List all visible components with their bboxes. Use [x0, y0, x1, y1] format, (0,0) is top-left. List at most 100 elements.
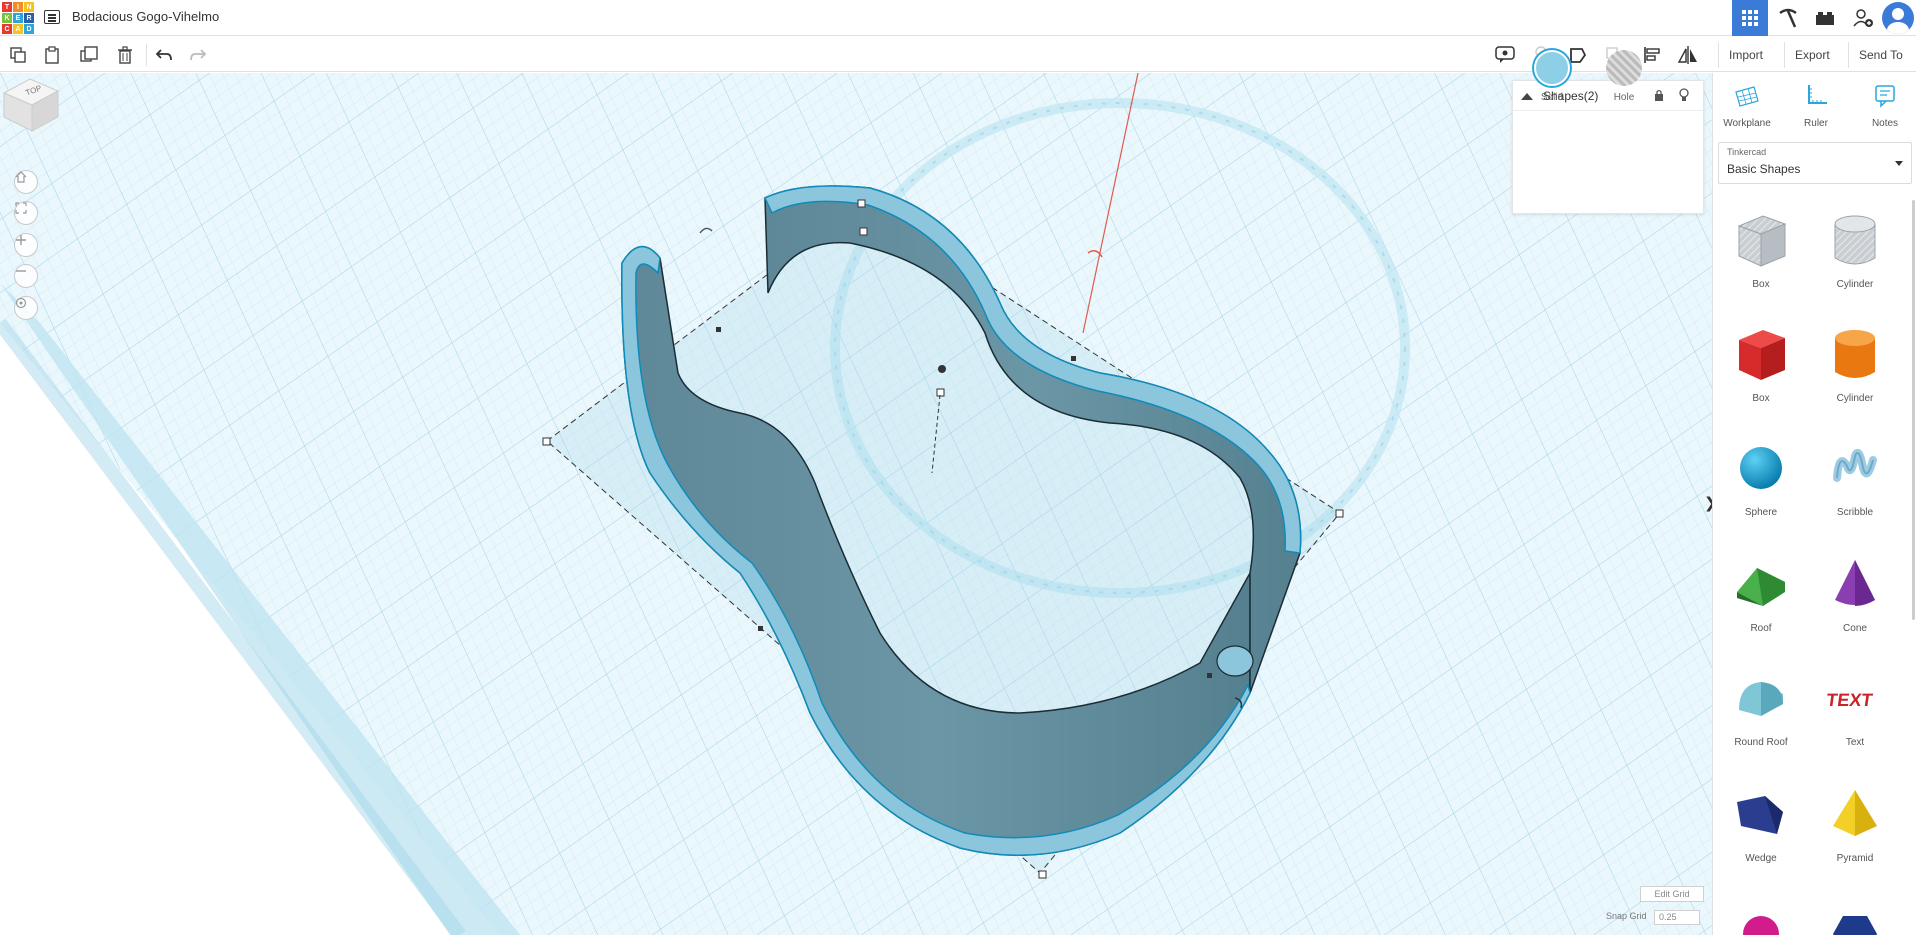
hole-swatch[interactable]: [1606, 50, 1642, 86]
shape-cylinder-hole[interactable]: Cylinder: [1808, 210, 1902, 290]
notes-tool[interactable]: Notes: [1855, 83, 1915, 129]
lightbulb-icon[interactable]: [1679, 88, 1689, 102]
shape-label: Cone: [1843, 623, 1867, 634]
workplane-tool[interactable]: Workplane: [1717, 83, 1777, 129]
shape-label: Roof: [1750, 623, 1772, 634]
torus-icon: [1743, 916, 1779, 935]
duplicate-button[interactable]: [77, 43, 101, 67]
top-header: T I N K E R C A D Bodacious Gogo-Vihelmo: [0, 0, 1916, 36]
shape-cylinder[interactable]: Cylinder: [1808, 324, 1902, 404]
snap-grid-label: Snap Grid: [1606, 911, 1647, 921]
tinkercad-logo[interactable]: T I N K E R C A D: [2, 2, 34, 34]
workplane-canvas[interactable]: [0, 73, 1712, 935]
logo-letter: A: [13, 24, 23, 34]
logo-letter: C: [2, 24, 12, 34]
copy-icon: [10, 47, 26, 63]
shape-label: Cylinder: [1836, 279, 1874, 290]
3d-workplane-viewport[interactable]: TOP: [0, 73, 1712, 935]
shape-library-dropdown[interactable]: Tinkercad Basic Shapes: [1718, 142, 1912, 184]
ruler-icon: [1808, 85, 1827, 104]
shapes-scrollbar[interactable]: [1912, 200, 1915, 620]
shape-sphere[interactable]: Sphere: [1714, 438, 1808, 518]
cylinder-hole-icon: [1834, 215, 1876, 265]
cylinder-icon: [1835, 330, 1875, 378]
trash-icon: [118, 46, 132, 64]
copy-button[interactable]: [6, 43, 30, 67]
solid-swatch[interactable]: [1534, 50, 1570, 86]
lock-icon[interactable]: [1654, 89, 1664, 101]
undo-button[interactable]: [152, 43, 176, 67]
toolbar-divider: [146, 44, 147, 66]
perspective-button[interactable]: [14, 296, 38, 320]
scribble-icon: [1833, 449, 1877, 482]
design-list-icon[interactable]: [44, 10, 60, 24]
shape-label: Wedge: [1745, 853, 1777, 864]
logo-letter: D: [24, 24, 34, 34]
shape-text[interactable]: TEXT Text: [1808, 668, 1902, 748]
shape-label: Box: [1752, 393, 1770, 404]
delete-button[interactable]: [113, 43, 137, 67]
shape-label: Cylinder: [1836, 393, 1874, 404]
ruler-tool[interactable]: Ruler: [1786, 83, 1846, 129]
shape-scribble[interactable]: Scribble: [1808, 438, 1902, 518]
shape-partial[interactable]: [1714, 900, 1808, 935]
import-button[interactable]: Import: [1718, 42, 1773, 68]
fit-icon: [15, 202, 27, 214]
3d-design-view-button[interactable]: [1732, 0, 1768, 36]
minus-icon: [16, 270, 26, 272]
shape-label: Scribble: [1836, 507, 1874, 518]
hole-label: Hole: [1613, 92, 1635, 103]
shape-label: Box: [1752, 279, 1770, 290]
shape-wedge[interactable]: Wedge: [1714, 784, 1808, 864]
chevron-down-icon: [1895, 161, 1903, 166]
project-title[interactable]: Bodacious Gogo-Vihelmo: [72, 9, 219, 24]
invite-user-button[interactable]: [1845, 0, 1881, 36]
roof-icon: [1737, 568, 1785, 606]
solid-mode-button[interactable]: Solid: [1532, 50, 1572, 103]
shape-box[interactable]: Box: [1714, 324, 1808, 404]
solid-label: Solid: [1540, 92, 1564, 103]
home-view-button[interactable]: [14, 170, 38, 194]
brick-icon: [1816, 12, 1834, 25]
zoom-out-button[interactable]: [14, 264, 38, 288]
send-to-button[interactable]: Send To: [1848, 42, 1913, 68]
export-button[interactable]: Export: [1784, 42, 1840, 68]
shapes-grid: Box Cylinder Box Cylinder Sphere Scribbl…: [1712, 192, 1916, 935]
ruler-label: Ruler: [1804, 118, 1828, 129]
svg-text:TEXT: TEXT: [1825, 690, 1874, 710]
logo-letter: R: [24, 13, 34, 23]
shape-round-roof[interactable]: Round Roof: [1714, 668, 1808, 748]
bricks-button[interactable]: [1807, 0, 1843, 36]
shape-roof[interactable]: Roof: [1714, 554, 1808, 634]
codeblocks-button[interactable]: [1770, 0, 1806, 36]
paste-button[interactable]: [40, 43, 64, 67]
shape-pyramid[interactable]: Pyramid: [1808, 784, 1902, 864]
edit-grid-button[interactable]: Edit Grid: [1640, 886, 1704, 902]
view-cube[interactable]: TOP: [0, 73, 62, 135]
redo-button[interactable]: [186, 43, 210, 67]
plus-icon: [16, 235, 26, 245]
zoom-in-button[interactable]: [14, 233, 38, 257]
perspective-icon: [15, 297, 27, 309]
library-owner: Tinkercad: [1727, 147, 1767, 157]
hole-mode-button[interactable]: Hole: [1604, 50, 1644, 103]
polygon-icon: [1833, 916, 1877, 935]
box-hole-icon: [1737, 215, 1787, 267]
notes-view-button[interactable]: [1493, 43, 1517, 67]
wedge-icon: [1737, 796, 1783, 834]
tinkercad-editor: T I N K E R C A D Bodacious Gogo-Vihelmo: [0, 0, 1916, 935]
home-icon: [15, 171, 27, 183]
snap-grid-select[interactable]: 0.25: [1654, 910, 1700, 925]
mirror-button[interactable]: [1676, 43, 1700, 67]
pyramid-icon: [1833, 790, 1877, 836]
notes-label: Notes: [1871, 118, 1899, 129]
logo-letter: N: [24, 2, 34, 12]
user-avatar[interactable]: [1882, 2, 1914, 34]
grid-icon: [1742, 10, 1758, 26]
shape-partial[interactable]: [1808, 900, 1902, 935]
fit-view-button[interactable]: [14, 201, 38, 225]
shape-cone[interactable]: Cone: [1808, 554, 1902, 634]
shape-box-hole[interactable]: Box: [1714, 210, 1808, 290]
shape-label: Sphere: [1744, 507, 1778, 518]
sphere-icon: [1740, 447, 1782, 489]
